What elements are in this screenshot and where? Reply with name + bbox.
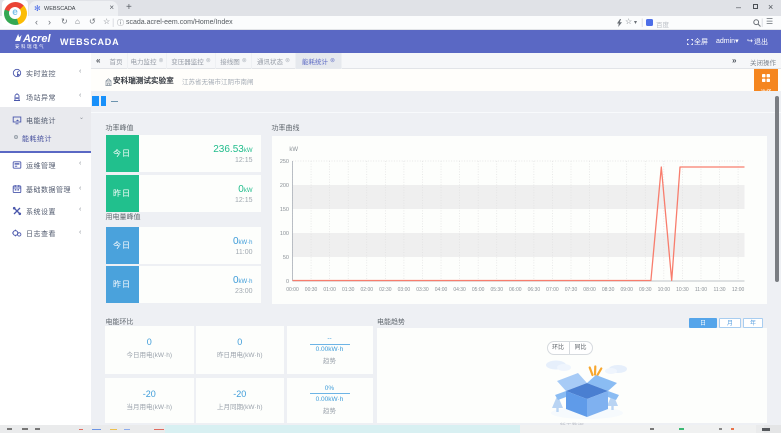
svg-text:50: 50 (282, 255, 288, 261)
svg-text:05:30: 05:30 (490, 287, 503, 293)
svg-text:02:00: 02:00 (360, 287, 373, 293)
svg-text:11:00: 11:00 (694, 287, 706, 293)
svg-text:07:30: 07:30 (564, 287, 577, 293)
svg-text:09:00: 09:00 (620, 287, 633, 293)
svg-text:01:30: 01:30 (341, 287, 354, 293)
svg-text:04:30: 04:30 (453, 287, 466, 293)
svg-text:0: 0 (285, 279, 288, 285)
svg-text:11:30: 11:30 (713, 287, 725, 293)
svg-text:12:00: 12:00 (731, 287, 744, 293)
svg-text:08:30: 08:30 (601, 287, 614, 293)
svg-text:100: 100 (279, 231, 288, 237)
svg-text:03:30: 03:30 (416, 287, 429, 293)
svg-text:06:00: 06:00 (509, 287, 522, 293)
svg-text:250: 250 (279, 159, 288, 165)
svg-text:00:30: 00:30 (304, 287, 317, 293)
svg-text:06:30: 06:30 (527, 287, 540, 293)
svg-text:200: 200 (279, 183, 288, 189)
svg-text:04:00: 04:00 (434, 287, 447, 293)
svg-text:kW: kW (289, 147, 298, 153)
svg-text:150: 150 (279, 207, 288, 213)
svg-text:01:00: 01:00 (323, 287, 336, 293)
svg-text:10:00: 10:00 (657, 287, 670, 293)
svg-text:00:00: 00:00 (286, 287, 299, 293)
svg-text:09:30: 09:30 (639, 287, 652, 293)
svg-text:03:00: 03:00 (397, 287, 410, 293)
svg-text:08:00: 08:00 (583, 287, 596, 293)
svg-text:05:00: 05:00 (471, 287, 484, 293)
svg-text:10:30: 10:30 (676, 287, 689, 293)
svg-text:02:30: 02:30 (379, 287, 392, 293)
svg-text:07:00: 07:00 (546, 287, 559, 293)
